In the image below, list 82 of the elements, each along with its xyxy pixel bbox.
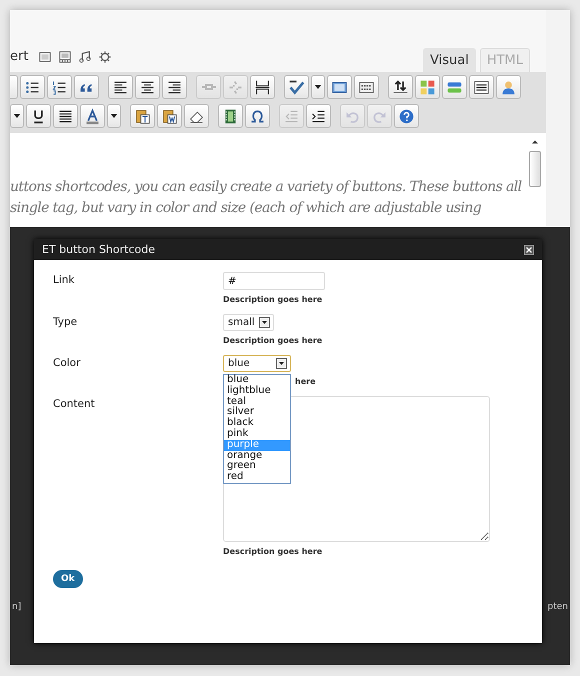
dialog-title: ET button Shortcode [42, 243, 155, 256]
stripes-button[interactable] [442, 75, 467, 99]
eraser-button[interactable] [184, 104, 209, 128]
lines-button[interactable] [469, 75, 494, 99]
numbered-list-icon [51, 78, 68, 96]
field-label: Content [53, 397, 96, 412]
dropdown-option[interactable]: red [224, 472, 290, 483]
caret-button[interactable] [311, 75, 325, 99]
arrows-button[interactable] [388, 75, 413, 99]
indent-button[interactable] [306, 104, 331, 128]
dropdown-option[interactable]: lightblue [224, 386, 290, 397]
field-description: Description goes here [223, 336, 322, 345]
close-button[interactable] [524, 244, 534, 254]
paste-word-icon [161, 108, 178, 124]
justify-button[interactable] [53, 104, 78, 128]
field-description: here [295, 377, 316, 386]
toolbar-toggle-button[interactable] [354, 75, 379, 99]
caret-icon [258, 317, 270, 328]
text-color-button[interactable] [80, 104, 105, 128]
dropdown-option[interactable]: teal [224, 396, 290, 408]
field-description: Description goes here [223, 547, 324, 556]
help-button[interactable] [394, 104, 419, 128]
spellcheck-icon [288, 78, 305, 96]
image-icon[interactable] [38, 50, 52, 64]
bullet-list-button[interactable] [20, 75, 45, 99]
page-break-icon [254, 78, 271, 96]
dropdown[interactable]: blue [223, 355, 291, 372]
grid-icon [419, 78, 436, 96]
field-label: Type [53, 315, 78, 330]
music-icon[interactable] [78, 50, 92, 64]
window-button[interactable] [327, 75, 352, 99]
caret-icon [110, 113, 118, 119]
align-left-button[interactable] [108, 75, 133, 99]
editor-tab[interactable]: Visual [423, 48, 476, 72]
background-text: pten [548, 602, 568, 612]
caret-button[interactable] [10, 104, 24, 128]
numbered-list-button[interactable] [47, 75, 72, 99]
caret-button[interactable] [107, 104, 121, 128]
align-center-button[interactable] [135, 75, 160, 99]
field-label: Link [53, 273, 76, 288]
dropdown-option[interactable]: silver [224, 407, 290, 418]
omega-icon [249, 108, 266, 124]
page-break-button[interactable] [250, 75, 275, 99]
background-text: n] [12, 602, 22, 612]
dropdown-option[interactable]: black [224, 418, 290, 429]
link-field[interactable]: # [223, 272, 325, 290]
dropdown-option[interactable]: green [224, 461, 290, 472]
dropdown-option[interactable]: orange [224, 450, 290, 462]
add-media-label[interactable]: ert [10, 49, 28, 64]
body-text: single tag, but vary in color and size (each of which are adjustable using [10, 199, 482, 218]
dropdown-option[interactable]: blue [224, 375, 290, 386]
field-description: Description goes here [223, 295, 324, 304]
link-icon [200, 84, 216, 90]
help-icon [398, 108, 415, 124]
paste-text-icon [134, 108, 151, 124]
underline-button[interactable] [26, 104, 51, 128]
close-icon [524, 244, 534, 254]
film-button[interactable] [218, 104, 243, 128]
gear-icon[interactable] [98, 50, 112, 64]
spellcheck-button[interactable] [284, 75, 309, 99]
paste-word-button[interactable] [157, 104, 182, 128]
text-color-icon [84, 108, 101, 124]
scroll-thumb[interactable] [529, 151, 541, 187]
unlink-icon [227, 78, 244, 96]
body-text: uttons shortcodes, you can easily create a variety of buttons. These buttons all [10, 178, 523, 197]
caret-icon [314, 84, 322, 90]
caret-icon [276, 358, 287, 369]
lines-icon [473, 78, 490, 96]
field-label: Color [53, 356, 82, 371]
dropdown[interactable]: small [223, 314, 274, 331]
ok-button[interactable]: Ok [53, 570, 83, 588]
paste-text-button[interactable] [130, 104, 155, 128]
screen-icon[interactable] [58, 50, 72, 64]
caret-icon [13, 113, 21, 119]
omega-button[interactable] [245, 104, 270, 128]
person-icon [500, 78, 517, 96]
align-right-button[interactable] [162, 75, 187, 99]
person-button[interactable] [496, 75, 521, 99]
dropdown-option[interactable]: pink [224, 428, 290, 440]
scroll-up-icon[interactable] [531, 139, 539, 145]
quote-button[interactable] [74, 75, 99, 99]
arrows-icon [392, 78, 409, 96]
